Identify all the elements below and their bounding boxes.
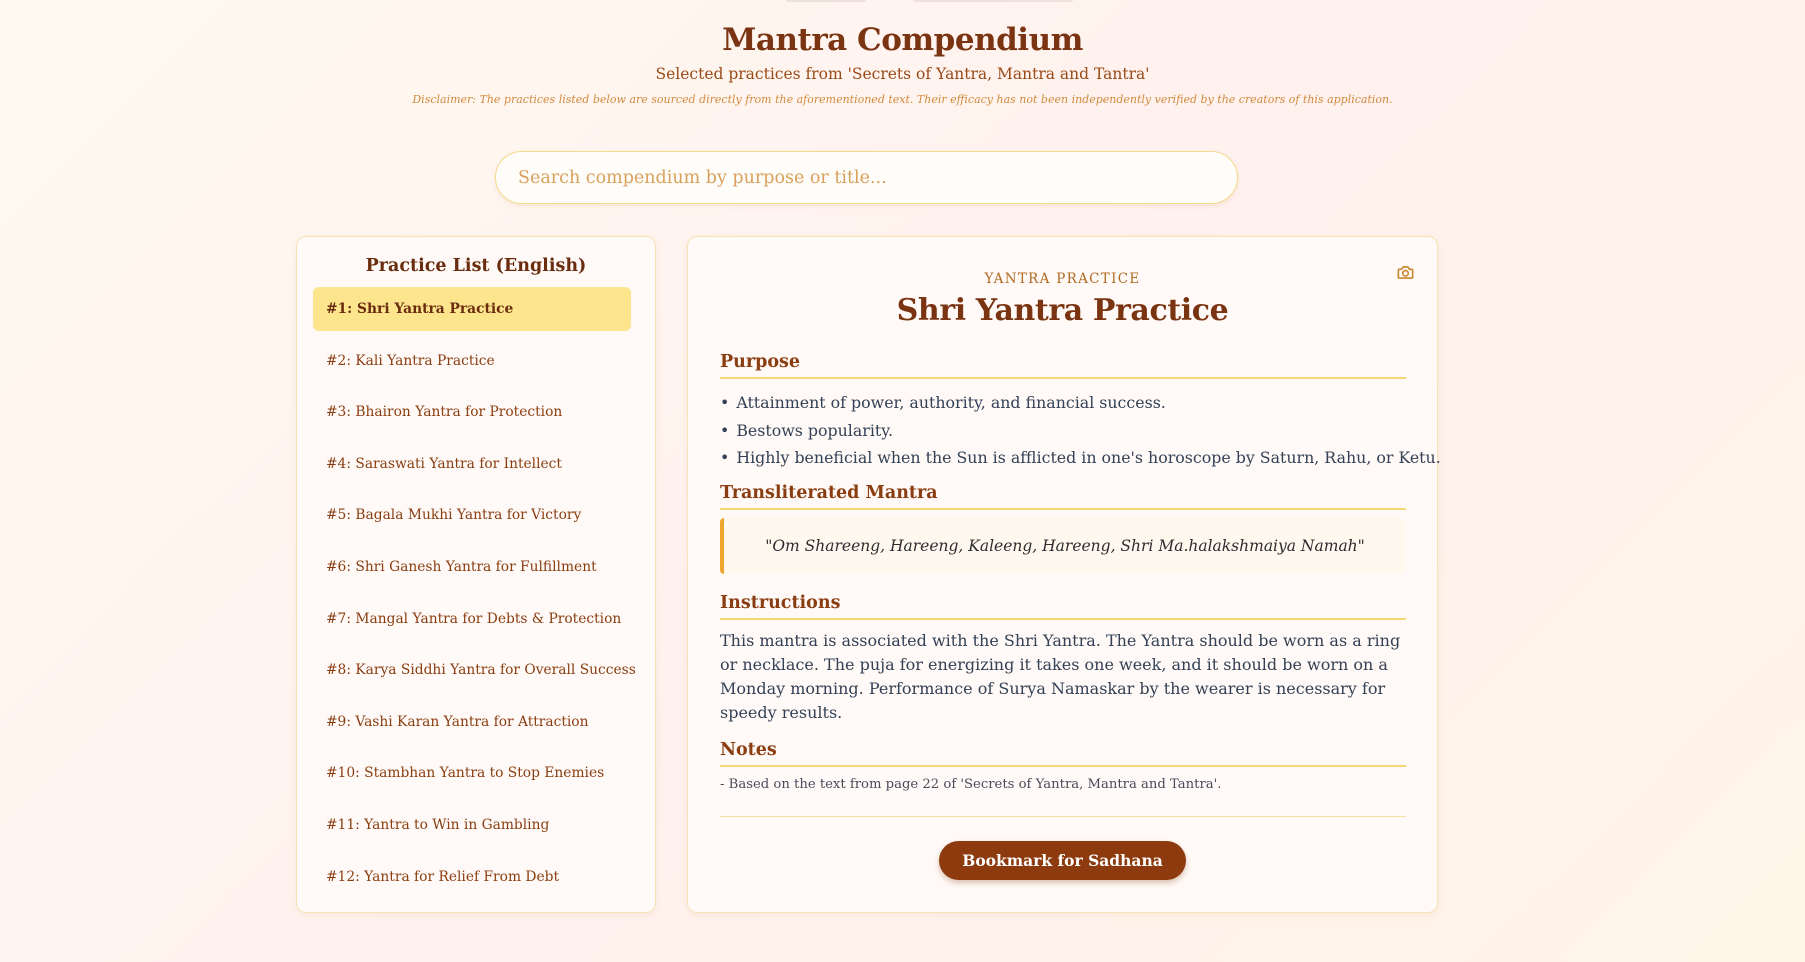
practice-list-item[interactable]: #6: Shri Ganesh Yantra for Fulfillment bbox=[313, 545, 631, 589]
disclaimer-text: Disclaimer: The practices listed below a… bbox=[412, 93, 1393, 106]
practice-list-item[interactable]: #9: Vashi Karan Yantra for Attraction bbox=[313, 700, 631, 744]
page-subtitle: Selected practices from 'Secrets of Yant… bbox=[655, 65, 1150, 83]
top-tab-left[interactable] bbox=[786, 0, 866, 2]
practice-list-item[interactable]: #12: Yantra for Relief From Debt bbox=[313, 855, 631, 899]
practice-list-item[interactable]: #1: Shri Yantra Practice bbox=[313, 287, 631, 331]
practice-title: Shri Yantra Practice bbox=[896, 293, 1229, 328]
top-tab-strip bbox=[0, 0, 1805, 4]
mantra-heading: Transliterated Mantra bbox=[720, 483, 1406, 510]
practice-list: #1: Shri Yantra Practice #2: Kali Yantra … bbox=[297, 287, 655, 899]
notes-text: - Based on the text from page 22 of 'Sec… bbox=[720, 776, 1222, 792]
bookmark-button[interactable]: Bookmark for Sadhana bbox=[939, 840, 1186, 880]
practice-list-item[interactable]: #3: Bhairon Yantra for Protection bbox=[313, 390, 631, 434]
practice-list-item[interactable]: #5: Bagala Mukhi Yantra for Victory bbox=[313, 493, 631, 537]
purpose-heading: Purpose bbox=[720, 352, 1406, 379]
purpose-list: Attainment of power, authority, and fina… bbox=[720, 389, 1440, 472]
instructions-text: This mantra is associated with the Shri … bbox=[720, 630, 1401, 722]
practice-list-item[interactable]: #2: Kali Yantra Practice bbox=[313, 339, 631, 383]
practice-list-item[interactable]: #10: Stambhan Yantra to Stop Enemies bbox=[313, 751, 631, 795]
practice-list-item[interactable]: #7: Mangal Yantra for Debts & Protection bbox=[313, 597, 631, 641]
search-input[interactable] bbox=[516, 166, 1217, 189]
page-header: Mantra Compendium Selected practices fro… bbox=[0, 22, 1805, 106]
purpose-item: Bestows popularity. bbox=[720, 417, 1406, 445]
practice-list-item[interactable]: #4: Saraswati Yantra for Intellect bbox=[313, 442, 631, 486]
search-bar[interactable] bbox=[495, 151, 1238, 204]
divider bbox=[720, 815, 1406, 817]
instructions-heading: Instructions bbox=[720, 593, 1406, 620]
purpose-item: Attainment of power, authority, and fina… bbox=[720, 389, 1406, 417]
notes-heading: Notes bbox=[720, 740, 1406, 767]
page-title: Mantra Compendium bbox=[722, 22, 1083, 58]
practice-list-item[interactable]: #8: Karya Siddhi Yantra for Overall Succ… bbox=[313, 648, 636, 692]
mantra-text: "Om Shareeng, Hareeng, Kaleeng, Hareeng,… bbox=[720, 517, 1406, 574]
practice-list-item[interactable]: #11: Yantra to Win in Gambling bbox=[313, 803, 631, 847]
top-tab-right[interactable] bbox=[913, 0, 1073, 2]
practice-detail-panel: YANTRA PRACTICE Shri Yantra Practice Pur… bbox=[687, 236, 1441, 913]
camera-icon[interactable] bbox=[1396, 263, 1415, 282]
practice-list-title: Practice List (English) bbox=[365, 256, 587, 276]
practice-kind: YANTRA PRACTICE bbox=[984, 271, 1141, 287]
practice-list-panel: Practice List (English) #1: Shri Yantra … bbox=[296, 236, 656, 913]
purpose-item: Highly beneficial when the Sun is afflic… bbox=[720, 444, 1440, 472]
